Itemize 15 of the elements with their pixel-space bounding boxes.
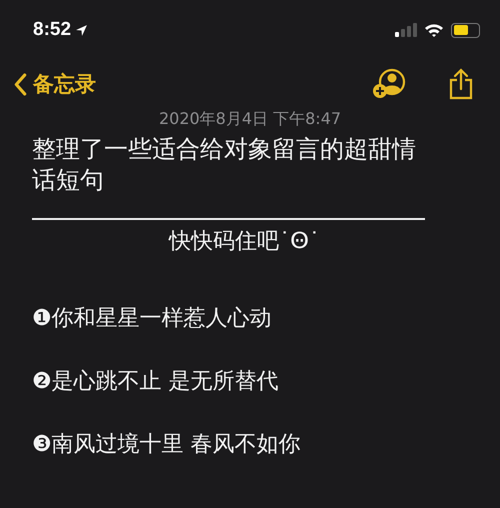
- status-time: 8:52: [33, 19, 72, 41]
- note-line: ❸南风过境十里 春风不如你: [32, 431, 302, 459]
- wifi-icon: [424, 23, 444, 37]
- location-arrow-icon: [75, 24, 88, 36]
- note-line: ❷是心跳不止 是无所替代: [32, 368, 280, 396]
- signal-icon: [395, 23, 417, 37]
- note-line: ❶你和星星一样惹人心动: [32, 305, 273, 333]
- note-title: 整理了一些适合给对象留言的超甜情话短句: [32, 134, 417, 196]
- share-icon[interactable]: [448, 68, 474, 100]
- add-person-icon[interactable]: [372, 68, 406, 100]
- back-button[interactable]: 备忘录: [14, 70, 96, 98]
- note-subtitle: 快快码住吧˙Ꙫ˙: [168, 228, 321, 256]
- chevron-left-icon: [14, 72, 27, 96]
- battery-icon: [451, 22, 480, 38]
- note-date: 2020年8月4日 下午8:47: [158, 109, 342, 130]
